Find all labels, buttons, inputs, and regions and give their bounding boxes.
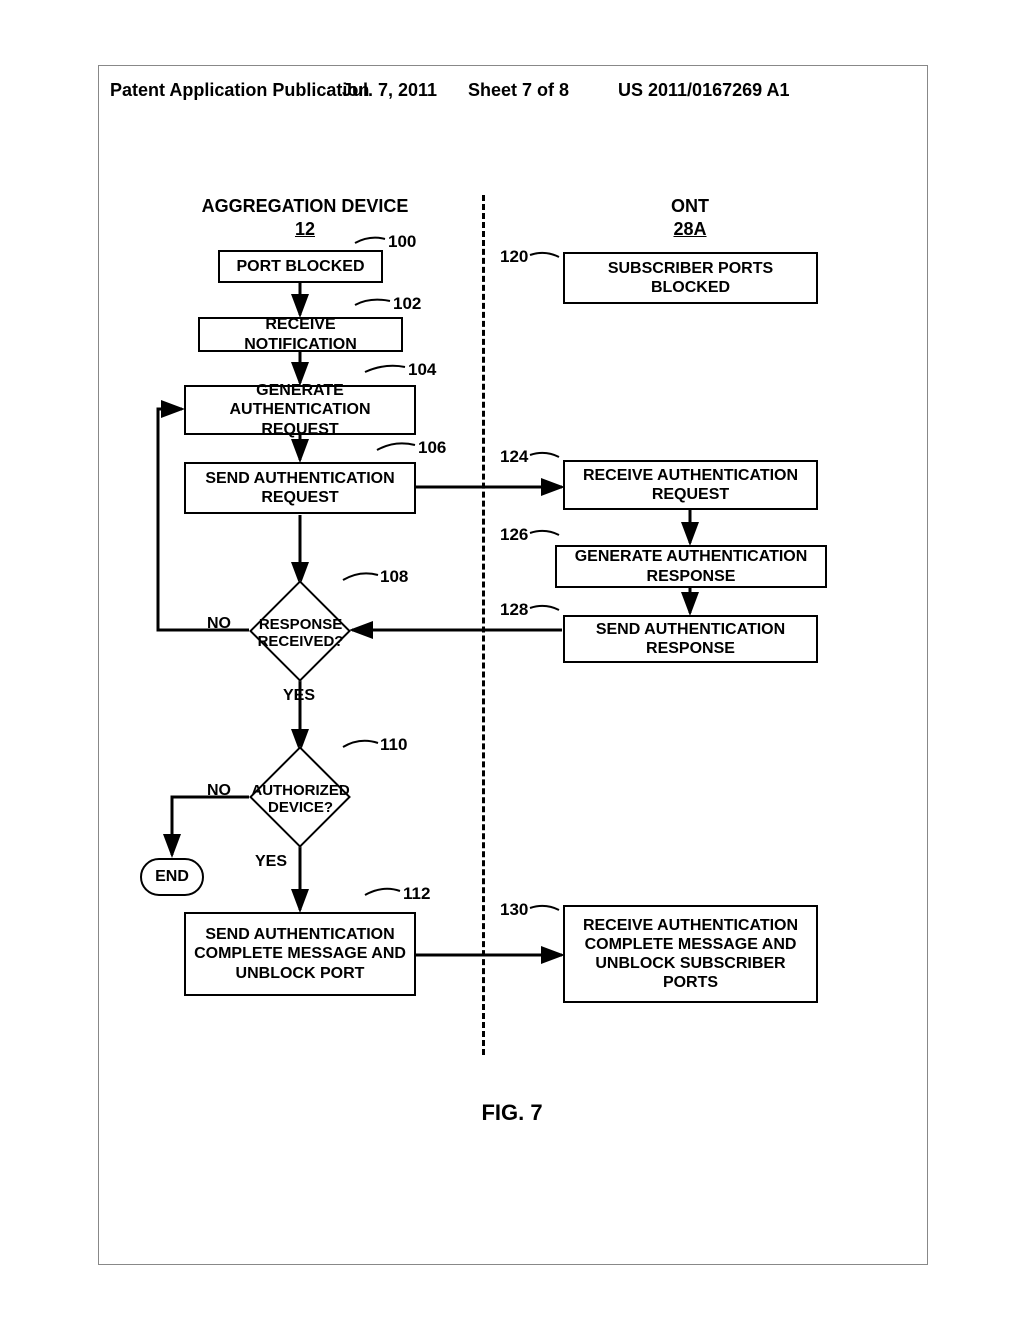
text-gen-auth-req: GENERATE AUTHENTICATION REQUEST xyxy=(194,381,406,439)
text-recv-complete: RECEIVE AUTHENTICATION COMPLETE MESSAGE … xyxy=(573,916,808,993)
box-receive-notification: RECEIVE NOTIFICATION xyxy=(198,317,403,352)
num-104: 104 xyxy=(408,360,436,380)
box-gen-auth-resp: GENERATE AUTHENTICATION RESPONSE xyxy=(555,545,827,588)
ont-column-title: ONT 28A xyxy=(560,195,820,240)
label-yes-108: YES xyxy=(283,687,315,705)
num-102: 102 xyxy=(393,294,421,314)
text-response-received: RESPONSE RECEIVED? xyxy=(231,616,371,651)
diamond-authorized-device: AUTHORIZED DEVICE? xyxy=(249,746,351,848)
header-sheet: Sheet 7 of 8 xyxy=(468,80,569,101)
box-subscriber-blocked: SUBSCRIBER PORTS BLOCKED xyxy=(563,252,818,304)
num-124: 124 xyxy=(500,447,528,467)
label-no-110: NO xyxy=(207,782,231,800)
num-110: 110 xyxy=(380,735,407,755)
header-date: Jul. 7, 2011 xyxy=(342,80,437,101)
text-recv-auth-req: RECEIVE AUTHENTICATION REQUEST xyxy=(573,466,808,504)
label-yes-110: YES xyxy=(255,853,287,871)
num-112: 112 xyxy=(403,884,430,904)
diamond-response-received: RESPONSE RECEIVED? xyxy=(249,580,351,682)
text-subscriber-blocked: SUBSCRIBER PORTS BLOCKED xyxy=(573,259,808,297)
figure-caption: FIG. 7 xyxy=(0,1100,1024,1126)
box-send-complete: SEND AUTHENTICATION COMPLETE MESSAGE AND… xyxy=(184,912,416,996)
num-106: 106 xyxy=(418,438,446,458)
agg-title-line2: 12 xyxy=(295,219,315,239)
box-recv-complete: RECEIVE AUTHENTICATION COMPLETE MESSAGE … xyxy=(563,905,818,1003)
text-send-auth-req: SEND AUTHENTICATION REQUEST xyxy=(194,469,406,507)
box-gen-auth-req: GENERATE AUTHENTICATION REQUEST xyxy=(184,385,416,435)
header-pubno: US 2011/0167269 A1 xyxy=(618,80,789,101)
text-send-auth-resp: SEND AUTHENTICATION RESPONSE xyxy=(573,620,808,658)
label-no-108: NO xyxy=(207,615,231,633)
end-terminal: END xyxy=(140,858,204,896)
page-border xyxy=(98,65,928,1265)
connector-lines xyxy=(0,195,1024,1195)
num-128: 128 xyxy=(500,600,528,620)
box-send-auth-req: SEND AUTHENTICATION REQUEST xyxy=(184,462,416,514)
text-port-blocked: PORT BLOCKED xyxy=(237,257,365,276)
ont-title-line2: 28A xyxy=(673,219,706,239)
ont-title-line1: ONT xyxy=(671,196,709,216)
center-divider xyxy=(482,195,485,1055)
text-send-complete: SEND AUTHENTICATION COMPLETE MESSAGE AND… xyxy=(194,925,406,983)
text-receive-notification: RECEIVE NOTIFICATION xyxy=(208,315,393,353)
num-120: 120 xyxy=(500,247,528,267)
text-authorized-device: AUTHORIZED DEVICE? xyxy=(231,782,371,817)
box-send-auth-resp: SEND AUTHENTICATION RESPONSE xyxy=(563,615,818,663)
box-port-blocked: PORT BLOCKED xyxy=(218,250,383,283)
box-recv-auth-req: RECEIVE AUTHENTICATION REQUEST xyxy=(563,460,818,510)
text-end: END xyxy=(155,868,189,886)
text-gen-auth-resp: GENERATE AUTHENTICATION RESPONSE xyxy=(565,547,817,585)
num-130: 130 xyxy=(500,900,528,920)
num-108: 108 xyxy=(380,567,408,587)
agg-title-line1: AGGREGATION DEVICE xyxy=(202,196,409,216)
header-left: Patent Application Publication xyxy=(110,80,369,101)
num-126: 126 xyxy=(500,525,528,545)
num-100: 100 xyxy=(388,232,416,252)
